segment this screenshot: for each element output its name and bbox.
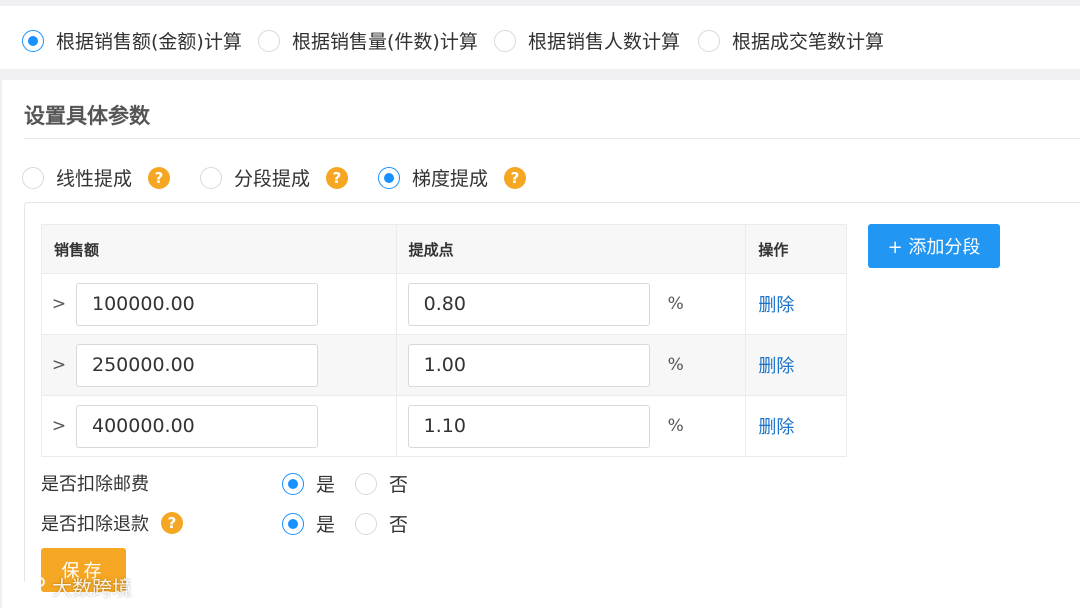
help-icon[interactable]: ? — [161, 512, 183, 534]
radio-label: 否 — [389, 514, 409, 536]
table-row: >100000.00 0.80% 删除 — [41, 273, 847, 335]
radio-circle[interactable] — [258, 29, 280, 52]
greater-than-sign: > — [51, 416, 67, 436]
radio-circle[interactable] — [282, 472, 304, 495]
radio-label: 是 — [316, 514, 336, 536]
percent-unit: % — [667, 416, 684, 436]
watermark-logo-icon — [8, 576, 45, 595]
radio-label: 根据销售额(金额)计算 — [56, 31, 242, 53]
radio-circle[interactable] — [355, 512, 377, 535]
tier-table: 销售额 提成点 操作 >100000.00 0.80% 删除 >250000.0… — [41, 224, 847, 457]
radio-calc-by-orders[interactable]: 根据成交笔数计算 — [698, 27, 884, 54]
help-icon[interactable]: ? — [326, 166, 349, 189]
delete-link[interactable]: 删除 — [746, 295, 794, 316]
table-header-row: 销售额 提成点 操作 — [41, 224, 847, 274]
radio-circle[interactable] — [282, 512, 304, 535]
percent-unit: % — [667, 355, 684, 375]
greater-than-sign: > — [51, 294, 67, 314]
radio-calc-by-amount[interactable]: 根据销售额(金额)计算 — [22, 27, 242, 54]
radio-circle[interactable] — [698, 29, 720, 52]
radio-segmented-commission[interactable]: 分段提成 ? — [200, 164, 349, 191]
add-tier-button[interactable]: + 添加分段 — [868, 224, 1000, 268]
radio-circle[interactable] — [355, 472, 377, 495]
radio-circle[interactable] — [22, 166, 44, 189]
radio-deduct-shipping-no[interactable]: 否 — [355, 470, 408, 497]
radio-label: 否 — [389, 474, 409, 496]
greater-than-sign: > — [51, 355, 67, 375]
help-icon[interactable]: ? — [504, 166, 527, 189]
radio-circle[interactable] — [200, 166, 222, 189]
watermark: 大数跨境 — [8, 572, 132, 601]
radio-linear-commission[interactable]: 线性提成 ? — [22, 164, 171, 191]
calc-basis-bar: 根据销售额(金额)计算 根据销售量(件数)计算 根据销售人数计算 根据成交笔数计… — [0, 6, 1080, 69]
radio-calc-by-buyers[interactable]: 根据销售人数计算 — [494, 27, 680, 54]
radio-gradient-commission[interactable]: 梯度提成 ? — [378, 164, 527, 191]
radio-deduct-refund-yes[interactable]: 是 — [282, 510, 335, 537]
radio-calc-by-quantity[interactable]: 根据销售量(件数)计算 — [258, 27, 478, 54]
delete-link[interactable]: 删除 — [746, 356, 794, 377]
radio-label: 根据成交笔数计算 — [732, 31, 885, 53]
sales-threshold-input[interactable]: 100000.00 — [76, 282, 318, 326]
section-title: 设置具体参数 — [24, 104, 150, 128]
radio-label: 是 — [316, 474, 336, 496]
rate-input[interactable]: 1.00 — [407, 343, 650, 387]
radio-deduct-refund-no[interactable]: 否 — [355, 510, 408, 537]
sales-threshold-input[interactable]: 400000.00 — [76, 404, 318, 448]
percent-unit: % — [667, 294, 684, 314]
delete-link[interactable]: 删除 — [746, 417, 794, 438]
header-sales: 销售额 — [41, 224, 397, 274]
deduct-refund-row: 是否扣除退款 ? — [41, 510, 183, 536]
divider — [24, 138, 1080, 139]
table-row: >400000.00 1.10% 删除 — [41, 395, 847, 457]
radio-circle[interactable] — [494, 29, 516, 52]
radio-label: 根据销售人数计算 — [528, 31, 681, 53]
deduct-shipping-label: 是否扣除邮费 — [41, 474, 149, 495]
radio-label: 根据销售量(件数)计算 — [292, 31, 478, 53]
radio-circle[interactable] — [22, 29, 44, 52]
header-rate: 提成点 — [395, 224, 747, 274]
rate-input[interactable]: 1.10 — [407, 404, 650, 448]
watermark-text: 大数跨境 — [52, 576, 132, 600]
rate-input[interactable]: 0.80 — [407, 282, 650, 326]
radio-circle[interactable] — [378, 166, 400, 189]
sales-threshold-input[interactable]: 250000.00 — [76, 343, 318, 387]
header-action: 操作 — [745, 224, 847, 274]
radio-label: 分段提成 — [234, 168, 311, 190]
radio-deduct-shipping-yes[interactable]: 是 — [282, 470, 335, 497]
table-row: >250000.00 1.00% 删除 — [41, 334, 847, 396]
radio-label: 梯度提成 — [412, 168, 489, 190]
help-icon[interactable]: ? — [148, 166, 171, 189]
radio-label: 线性提成 — [56, 168, 133, 190]
deduct-refund-label: 是否扣除退款 — [41, 514, 149, 535]
